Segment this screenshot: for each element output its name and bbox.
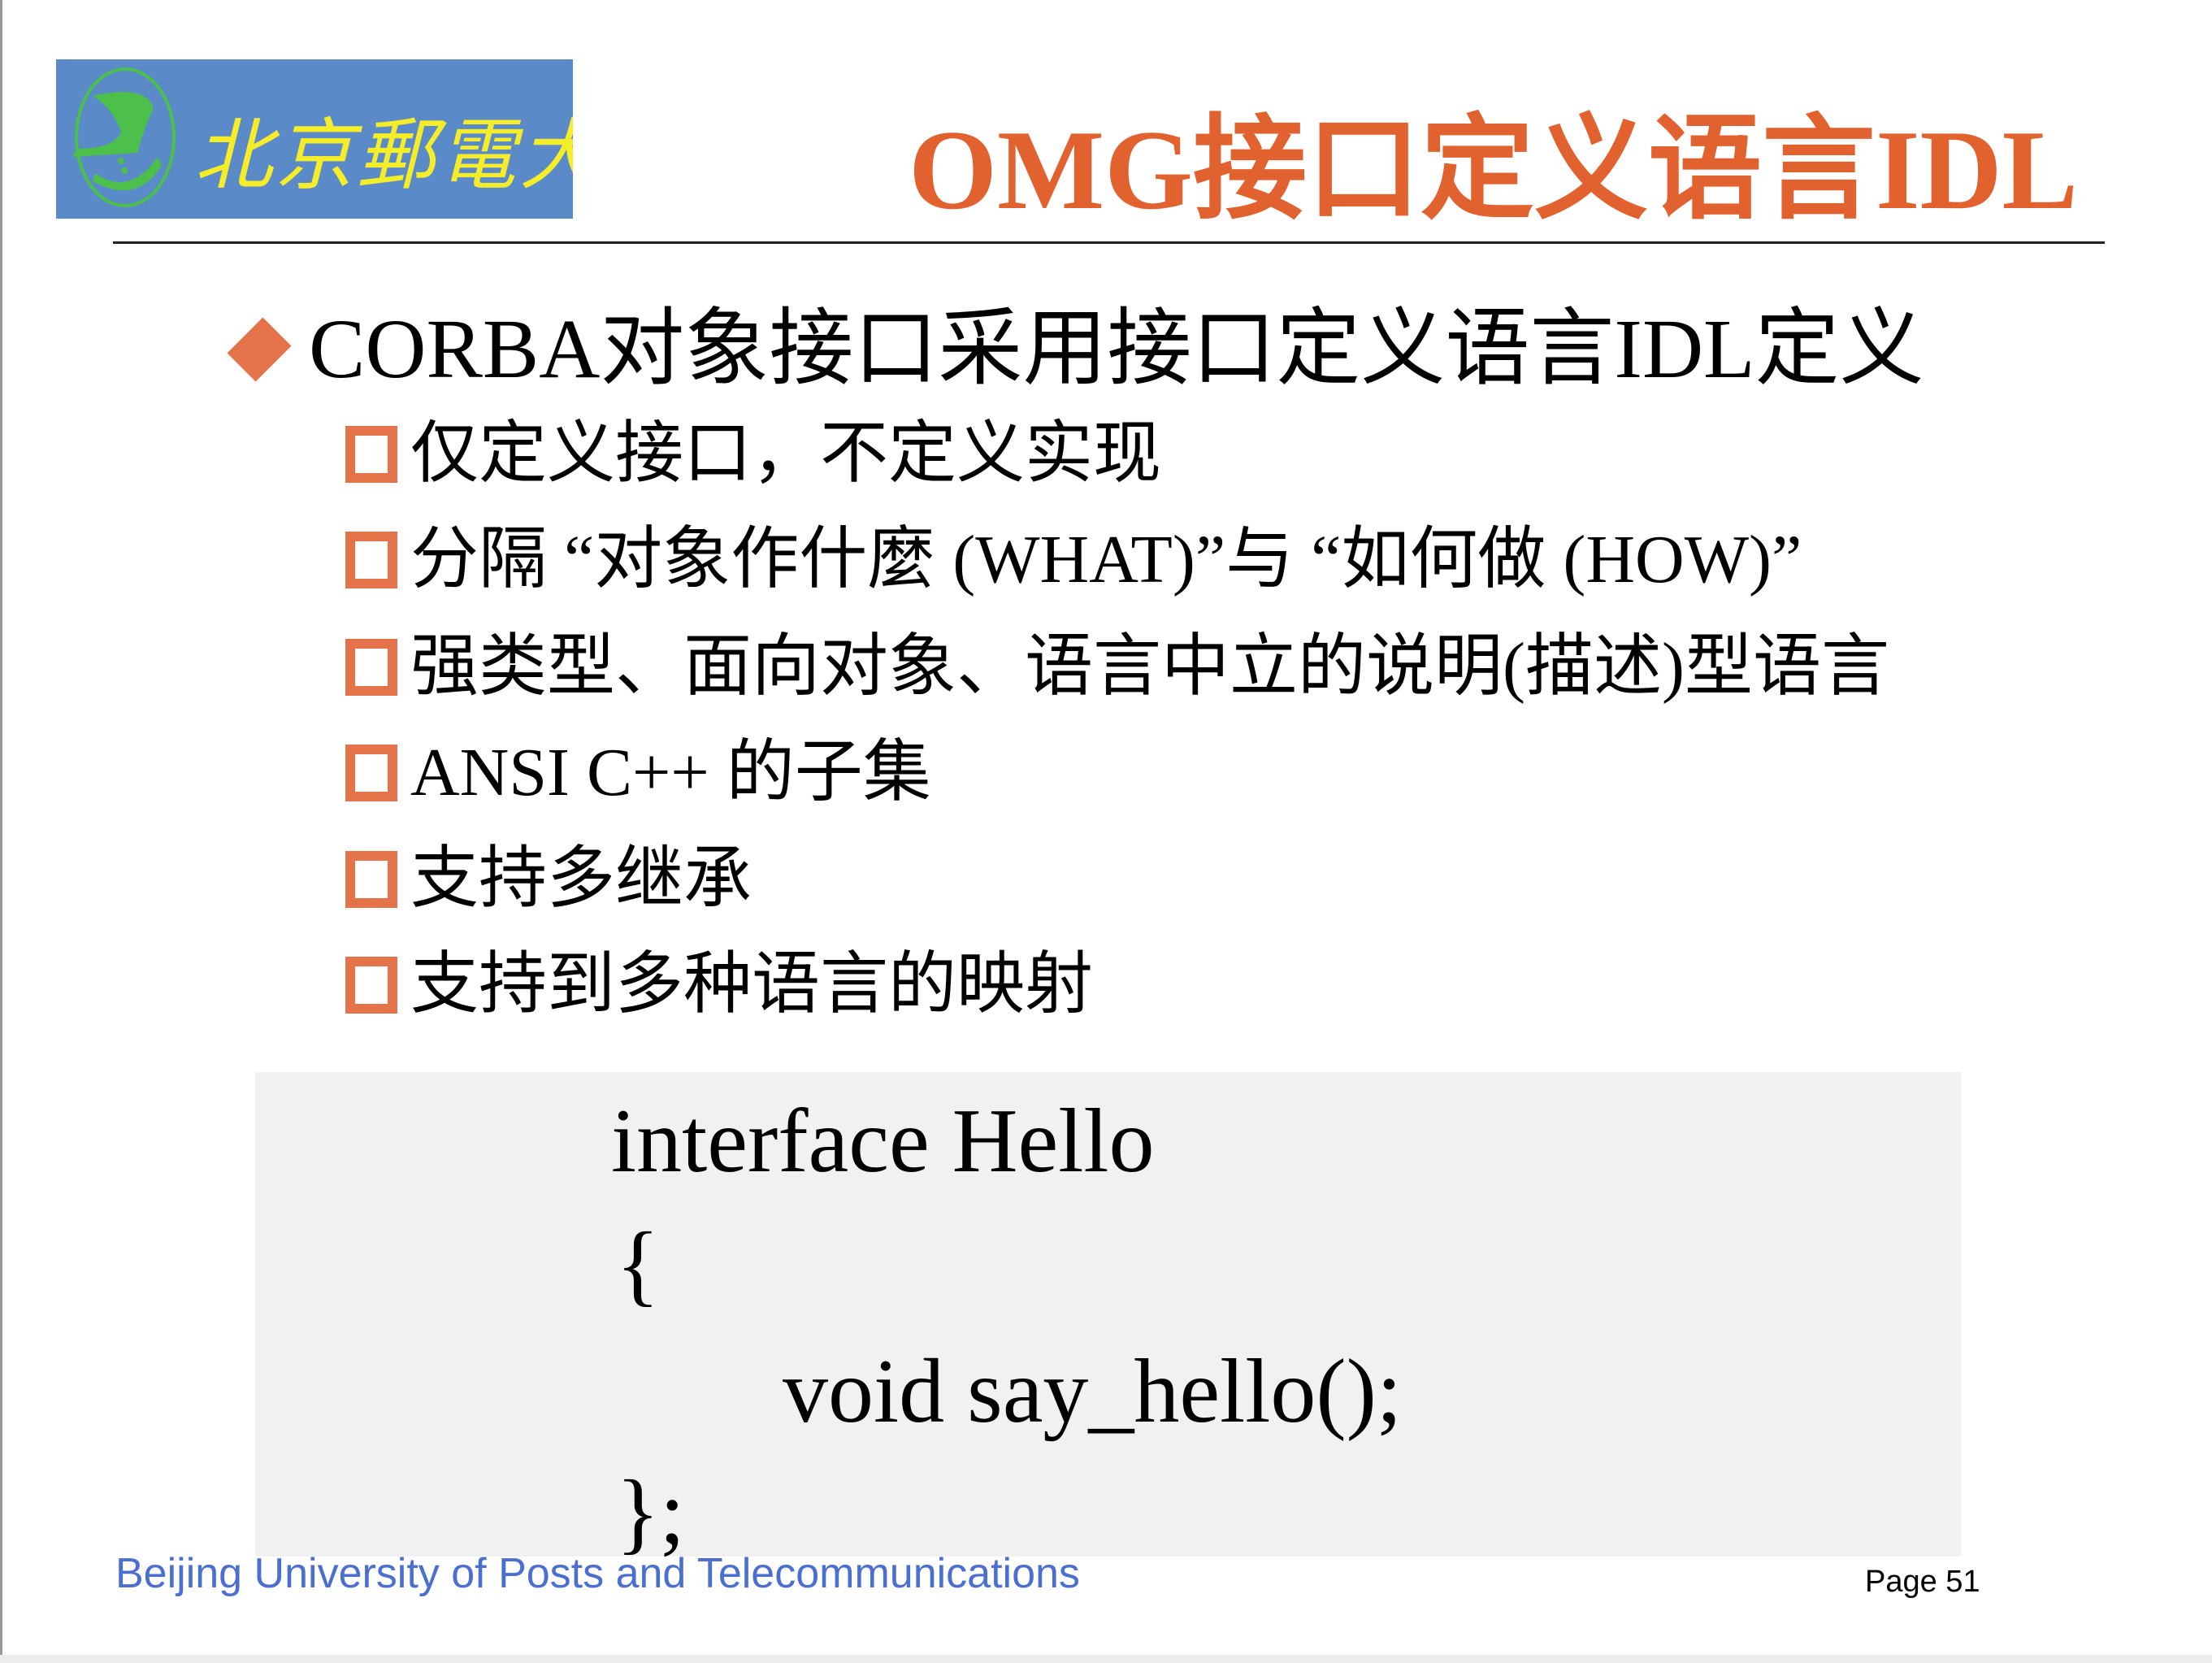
square-bullet-icon — [345, 532, 397, 588]
slide-bottom-border — [0, 1655, 2212, 1663]
sub-bullet-text: 仅定义接口，不定义实现 — [410, 416, 1162, 492]
sub-bullet-text: 分隔 “对象作什麼 (WHAT)”与 “如何做 (HOW)” — [410, 522, 1802, 597]
sub-bullet-point: 强类型、面向对象、语言中立的说明(描述)型语言 — [345, 627, 1889, 708]
sub-bullet-point: 支持到多种语言的映射 — [345, 944, 1093, 1026]
university-logo: 北京郵電大學 — [56, 59, 573, 219]
slide-left-border — [0, 0, 2, 1663]
sub-bullet-point: 分隔 “对象作什麼 (WHAT)”与 “如何做 (HOW)” — [345, 519, 1802, 601]
square-bullet-icon — [345, 639, 397, 696]
sub-bullet-point: 支持多继承 — [345, 839, 752, 920]
main-bullet-point: CORBA对象接口采用接口定义语言IDL定义 — [227, 302, 1924, 396]
code-line: }; — [616, 1462, 685, 1563]
sub-bullet-point: ANSI C++ 的子集 — [345, 732, 931, 814]
sub-bullet-text: 支持到多种语言的映射 — [410, 947, 1094, 1023]
slide-title: OMG接口定义语言IDL — [909, 107, 2078, 233]
code-line: { — [616, 1214, 660, 1315]
code-line: interface Hello — [611, 1091, 1155, 1192]
sub-bullet-text: 支持多继承 — [410, 841, 753, 917]
page-number: Page 51 — [1865, 1565, 1980, 1599]
sub-bullet-text: 强类型、面向对象、语言中立的说明(描述)型语言 — [410, 629, 1889, 705]
code-line: void say_hello(); — [783, 1341, 1403, 1442]
square-bullet-icon — [345, 745, 397, 801]
logo-wordmark: 北京郵電大學 — [194, 110, 573, 201]
title-divider — [113, 241, 2105, 244]
footer-institution: Beijing University of Posts and Telecomm… — [115, 1550, 1080, 1597]
diamond-bullet-icon — [227, 317, 292, 382]
sub-bullet-point: 仅定义接口，不定义实现 — [345, 414, 1161, 495]
square-bullet-icon — [345, 957, 397, 1014]
square-bullet-icon — [345, 426, 397, 483]
main-bullet-text: CORBA对象接口采用接口定义语言IDL定义 — [309, 302, 1924, 396]
square-bullet-icon — [345, 851, 397, 908]
sub-bullet-text: ANSI C++ 的子集 — [410, 735, 931, 810]
